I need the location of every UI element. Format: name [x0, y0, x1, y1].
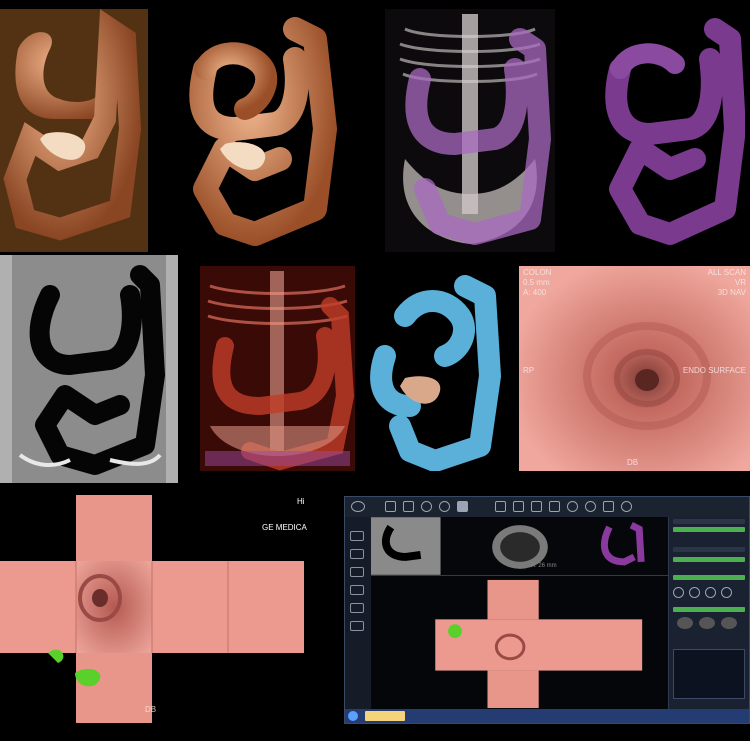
toolbar-move-icon[interactable]	[549, 501, 560, 512]
viewer-right-panel	[668, 517, 749, 709]
sidebar-tool-2[interactable]	[350, 549, 364, 559]
right-panel-btn-2[interactable]	[689, 587, 700, 598]
cube-corner-label: Hi	[297, 497, 305, 506]
toolbar-text-icon[interactable]	[495, 501, 506, 512]
right-panel-list[interactable]	[673, 649, 745, 699]
endo-bottom-marker: DB	[627, 458, 639, 467]
bronze-colon-anatomy-image	[0, 9, 148, 252]
sidebar-tool-3[interactable]	[350, 567, 364, 577]
endo-info-right-1: ALL SCAN	[707, 268, 746, 277]
purple-colon-skeleton-image	[399, 14, 551, 245]
sidebar-tool-5[interactable]	[350, 603, 364, 613]
blue-colon-image	[370, 275, 501, 471]
right-panel-row-2[interactable]	[673, 547, 745, 552]
panel-unfolded-cube-view: Hi GE MEDICA DB	[0, 493, 340, 725]
panel-vr-colon-isolated-bronze	[165, 9, 345, 252]
right-panel-btn-4[interactable]	[721, 587, 732, 598]
cube-bottom-marker: DB	[145, 705, 157, 714]
endo-info-right-3: 3D NAV	[717, 288, 746, 297]
toolbar-measure-icon[interactable]	[513, 501, 524, 512]
start-button-icon[interactable]	[348, 711, 358, 721]
panel-vr-abdomen-red	[200, 266, 355, 471]
panel-vr-colon-with-anatomy	[0, 9, 148, 252]
sidebar-tool-4[interactable]	[350, 585, 364, 595]
red-abdomen-image	[200, 266, 355, 471]
toolbar-ellipse-icon[interactable]	[439, 501, 450, 512]
toolbar-add-icon[interactable]	[621, 501, 632, 512]
toolbar-zoom-icon[interactable]	[567, 501, 578, 512]
panel-vr-colon-isolated-purple	[590, 9, 745, 252]
right-panel-btn-3[interactable]	[705, 587, 716, 598]
right-panel-accent-4	[673, 607, 745, 612]
toolbar-line-icon[interactable]	[385, 501, 396, 512]
viewer-sidebar	[345, 517, 372, 709]
toolbar-cursor-icon[interactable]	[531, 501, 542, 512]
endo-info-line-2: 0.5 mm	[523, 278, 550, 287]
panel-vr-colon-blue	[365, 266, 505, 471]
sidebar-tool-6[interactable]	[350, 621, 364, 631]
right-panel-accent-3	[673, 575, 745, 580]
endo-info-right-2: VR	[734, 278, 746, 287]
os-taskbar	[345, 709, 749, 723]
ct-coronal-image	[0, 255, 178, 483]
toolbar-fill-icon[interactable]	[457, 501, 468, 512]
sidebar-tool-1[interactable]	[350, 531, 364, 541]
cube-brand-label: GE MEDICA	[262, 523, 307, 532]
toolbar-brightness-icon[interactable]	[603, 501, 614, 512]
toolbar-rotate-icon[interactable]	[585, 501, 596, 512]
right-panel-accent-2	[673, 557, 745, 562]
viewer-top-strip: A: 26 mm	[371, 517, 669, 576]
top-strip-thumbnails	[371, 517, 645, 575]
viewer-toolbar	[345, 497, 749, 518]
right-panel-row-1[interactable]	[673, 519, 745, 524]
endo-right-marker: ENDO SURFACE	[682, 366, 746, 375]
toolbar-trash-icon[interactable]	[403, 501, 414, 512]
bronze-colon-image	[189, 17, 337, 246]
strip-caption: A: 26 mm	[531, 563, 557, 569]
viewer-main-view	[371, 576, 669, 709]
panel-vr-colon-with-skeleton	[385, 9, 555, 252]
toolbar-logo-icon[interactable]	[351, 501, 365, 512]
taskbar-item[interactable]	[365, 711, 405, 721]
endo-left-marker: RP	[523, 366, 535, 375]
endo-info-line-1: COLON	[523, 268, 552, 277]
workstation-window: A: 26 mm RE	[344, 496, 750, 724]
right-panel-thumbs	[677, 617, 741, 647]
right-panel-accent-1	[673, 527, 745, 532]
right-panel-btn-1[interactable]	[673, 587, 684, 598]
purple-colon-image	[605, 18, 745, 245]
panel-ct-coronal-air-colon	[0, 255, 178, 483]
panel-endoluminal-view: COLON 0.5 mm A: 400 ALL SCAN VR 3D NAV R…	[519, 266, 750, 471]
viewer-cube-image	[435, 579, 643, 709]
toolbar-circle-icon[interactable]	[421, 501, 432, 512]
right-panel-buttons	[673, 587, 745, 599]
endo-info-line-3: A: 400	[523, 288, 547, 297]
